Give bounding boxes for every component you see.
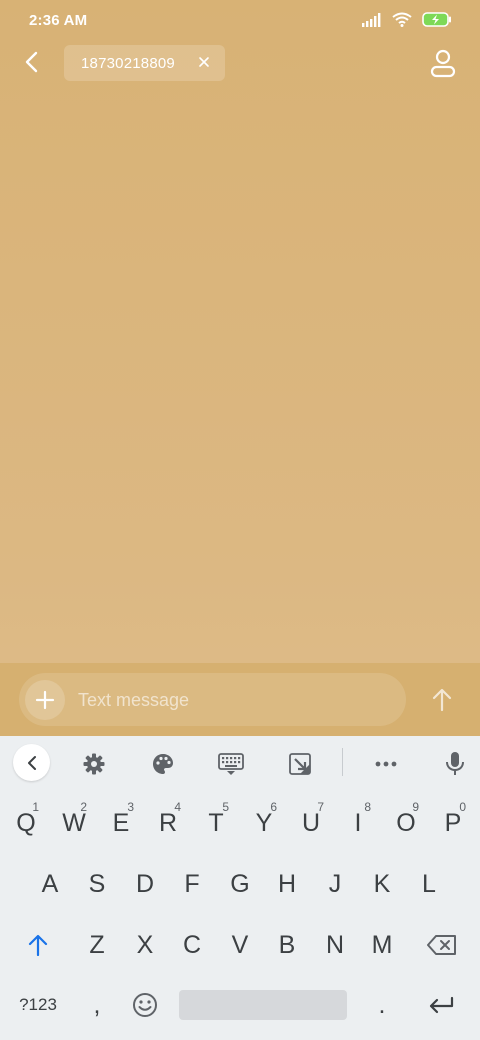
contact-button[interactable] (428, 48, 458, 78)
voice-input-button[interactable] (437, 746, 473, 782)
key-u[interactable]: U7 (287, 794, 335, 852)
key-q[interactable]: Q1 (2, 794, 50, 852)
compose-field (19, 673, 406, 728)
more-options-button[interactable] (368, 746, 404, 782)
keyboard: Q1 W2 E3 R4 T5 Y6 U7 I8 O9 P0 A S D F G … (0, 736, 480, 1040)
status-bar: 2:36 AM (0, 0, 480, 42)
battery-charging-icon (422, 12, 452, 32)
toolbar-divider (342, 748, 343, 776)
symbols-key[interactable]: ?123 (14, 976, 62, 1034)
key-v[interactable]: V (216, 916, 264, 974)
microphone-icon (446, 752, 464, 775)
key-p[interactable]: P0 (429, 794, 477, 852)
theme-button[interactable] (145, 746, 181, 782)
toolbar-collapse-button[interactable] (13, 744, 50, 781)
smiley-icon (133, 993, 157, 1017)
key-s[interactable]: S (73, 855, 121, 913)
message-input[interactable] (76, 673, 400, 728)
key-i[interactable]: I8 (334, 794, 382, 852)
key-b[interactable]: B (263, 916, 311, 974)
key-y[interactable]: Y6 (240, 794, 288, 852)
signal-icon (362, 12, 382, 32)
attach-button[interactable] (25, 680, 65, 720)
send-button[interactable] (427, 685, 457, 715)
chevron-left-icon (27, 755, 36, 770)
close-icon (199, 57, 209, 67)
compose-bar (0, 663, 480, 736)
enter-arrow-icon (429, 996, 454, 1014)
key-j[interactable]: J (311, 855, 359, 913)
resize-icon (289, 753, 311, 775)
key-d[interactable]: D (121, 855, 169, 913)
backspace-icon (427, 935, 456, 955)
gear-icon (83, 753, 105, 775)
key-w[interactable]: W2 (50, 794, 98, 852)
key-t[interactable]: T5 (192, 794, 240, 852)
key-e[interactable]: E3 (97, 794, 145, 852)
comma-key[interactable]: , (73, 976, 121, 1034)
recipient-chip[interactable]: 18730218809 (64, 45, 225, 81)
person-icon (428, 49, 458, 82)
recipient-number: 18730218809 (81, 54, 175, 72)
remove-recipient-button[interactable] (197, 55, 211, 69)
floating-keyboard-button[interactable] (282, 746, 318, 782)
shift-key[interactable] (14, 916, 62, 974)
key-h[interactable]: H (263, 855, 311, 913)
key-c[interactable]: C (168, 916, 216, 974)
key-x[interactable]: X (121, 916, 169, 974)
palette-icon (153, 754, 173, 774)
key-row-2: A S D F G H J K L (0, 855, 480, 915)
chevron-left-icon (24, 51, 40, 78)
status-icons (362, 12, 452, 32)
key-z[interactable]: Z (73, 916, 121, 974)
key-a[interactable]: A (26, 855, 74, 913)
key-row-1: Q1 W2 E3 R4 T5 Y6 U7 I8 O9 P0 (0, 794, 480, 854)
key-g[interactable]: G (216, 855, 264, 913)
more-horizontal-icon (375, 761, 397, 767)
messaging-app: 2:36 AM 18730218809 Text message Q 1 W 2… (0, 0, 480, 1040)
backspace-key[interactable] (418, 916, 466, 974)
key-m[interactable]: M (358, 916, 406, 974)
settings-button[interactable] (76, 746, 112, 782)
key-o[interactable]: O9 (382, 794, 430, 852)
enter-key[interactable] (417, 976, 465, 1034)
keyboard-layout-button[interactable] (213, 746, 249, 782)
shift-arrow-icon (28, 934, 48, 956)
key-n[interactable]: N (311, 916, 359, 974)
key-row-3: Z X C V B N M (0, 916, 480, 976)
spacebar-key[interactable] (179, 990, 347, 1020)
keyboard-icon (218, 753, 244, 775)
key-r[interactable]: R4 (144, 794, 192, 852)
wifi-icon (392, 12, 412, 32)
key-l[interactable]: L (405, 855, 453, 913)
back-button[interactable] (16, 46, 48, 82)
plus-icon (35, 690, 55, 710)
key-k[interactable]: K (358, 855, 406, 913)
period-key[interactable]: . (358, 976, 406, 1034)
keyboard-toolbar (0, 736, 480, 790)
status-time: 2:36 AM (29, 12, 88, 29)
emoji-key[interactable] (121, 976, 169, 1034)
arrow-up-icon (432, 688, 452, 712)
key-f[interactable]: F (168, 855, 216, 913)
